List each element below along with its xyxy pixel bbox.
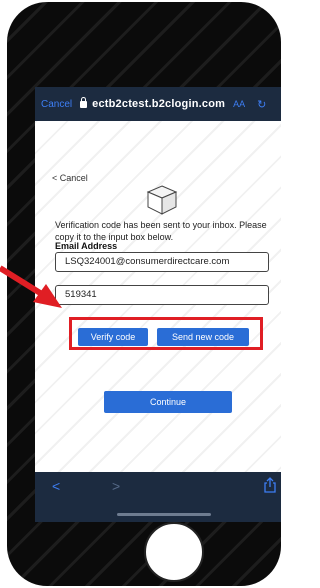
email-label: Email Address: [55, 241, 118, 251]
home-indicator: [117, 513, 211, 516]
text-size-button[interactable]: AA: [233, 99, 245, 109]
home-button[interactable]: [144, 522, 204, 582]
share-icon[interactable]: [263, 477, 277, 493]
url-text[interactable]: ectb2ctest.b2clogin.com: [92, 98, 225, 110]
browser-cancel-button[interactable]: Cancel: [41, 99, 72, 110]
phone-frame: Cancel ectb2ctest.b2clogin.com AA ↻ < Ca…: [7, 2, 281, 586]
verify-code-button[interactable]: Verify code: [78, 328, 148, 346]
verification-code-field[interactable]: 519341: [55, 285, 269, 305]
box-logo-icon: [146, 185, 178, 215]
continue-button[interactable]: Continue: [104, 391, 232, 413]
web-page-content: < Cancel Verification code has been sent…: [35, 121, 281, 472]
forward-icon[interactable]: >: [112, 478, 120, 494]
send-new-code-button[interactable]: Send new code: [157, 328, 249, 346]
back-icon[interactable]: <: [52, 478, 60, 494]
browser-address-bar: Cancel ectb2ctest.b2clogin.com AA ↻: [35, 87, 281, 121]
cancel-link[interactable]: < Cancel: [52, 173, 88, 183]
email-field[interactable]: LSQ324001@consumerdirectcare.com: [55, 252, 269, 272]
verification-info-text: Verification code has been sent to your …: [55, 220, 267, 242]
reload-icon[interactable]: ↻: [257, 98, 266, 111]
phone-screen: Cancel ectb2ctest.b2clogin.com AA ↻ < Ca…: [35, 87, 281, 522]
browser-toolbar: < >: [35, 472, 281, 522]
lock-icon: [80, 96, 88, 108]
